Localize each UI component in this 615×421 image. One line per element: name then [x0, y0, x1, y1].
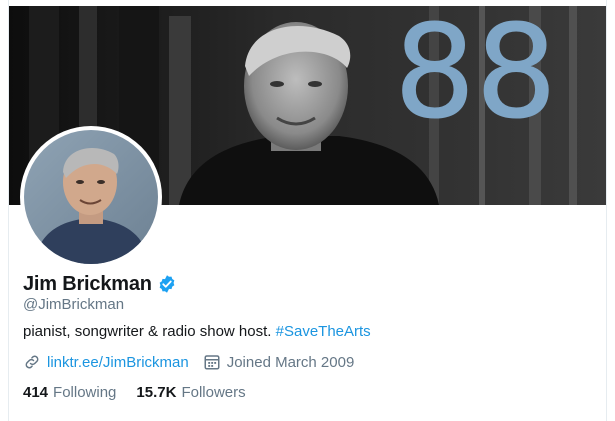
- verified-badge-icon: [157, 274, 177, 294]
- follow-stats: 414 Following 15.7K Followers: [23, 382, 266, 402]
- followers-label: Followers: [181, 383, 246, 401]
- link-icon: [25, 355, 39, 369]
- website-link[interactable]: linktr.ee/JimBrickman: [47, 354, 189, 371]
- calendar-icon: [204, 355, 220, 370]
- joined-date: Joined March 2009: [226, 353, 355, 371]
- profile-meta: linktr.ee/JimBrickman Joined March 2009: [23, 352, 354, 372]
- avatar[interactable]: [20, 126, 162, 268]
- followers-count: 15.7K: [136, 383, 177, 401]
- display-name: Jim Brickman: [23, 272, 152, 295]
- website-item: linktr.ee/JimBrickman: [23, 353, 189, 371]
- profile-card: 88 Jim Brickman @JimBrickman pianist, so…: [8, 0, 607, 421]
- avatar-photo: [24, 130, 158, 264]
- handle: @JimBrickman: [23, 296, 125, 313]
- following-count: 414: [23, 383, 49, 401]
- bio-text: pianist, songwriter & radio show host.: [23, 323, 276, 340]
- name-row: Jim Brickman: [23, 271, 177, 297]
- following-label: Following: [53, 383, 117, 401]
- bio-hashtag-link[interactable]: #SaveTheArts: [276, 323, 371, 340]
- banner-numeral: 88: [394, 6, 557, 147]
- bio: pianist, songwriter & radio show host. #…: [23, 323, 371, 340]
- joined-item: Joined March 2009: [203, 353, 355, 371]
- followers-link[interactable]: 15.7K Followers: [136, 384, 245, 401]
- following-link[interactable]: 414 Following: [23, 384, 116, 401]
